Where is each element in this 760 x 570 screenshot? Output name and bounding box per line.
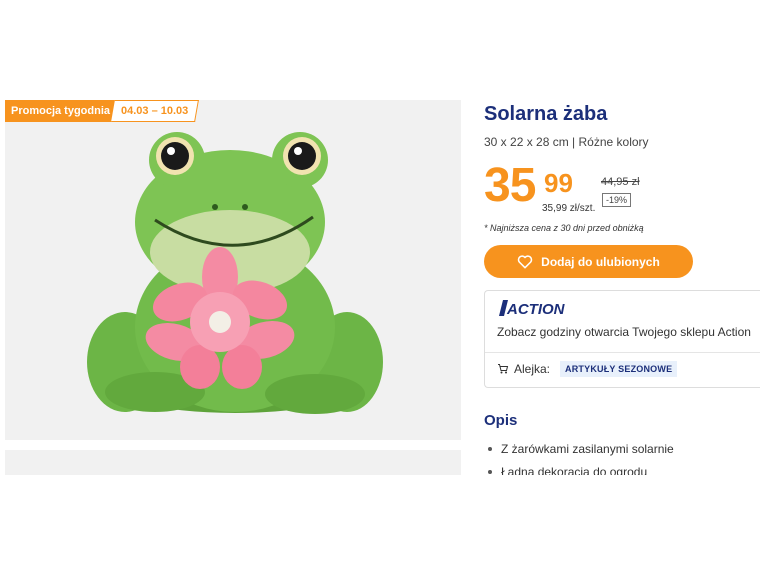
list-item: Ładna dekoracja do ogrodu [488, 460, 674, 475]
add-to-favorites-button[interactable]: Dodaj do ulubionych [484, 245, 693, 278]
action-logo: ACTION [499, 300, 566, 316]
add-to-favorites-label: Dodaj do ulubionych [541, 254, 660, 269]
product-subtitle: 30 x 22 x 28 cm | Różne kolory [484, 135, 649, 149]
product-title: Solarna żaba [484, 103, 608, 125]
divider [485, 352, 760, 353]
frog-figurine-image [87, 132, 383, 414]
lowest-price-note: * Najniższa cena z 30 dni przed obniżką [484, 223, 644, 233]
promo-label: Promocja tygodnia [5, 100, 117, 122]
product-image-panel[interactable]: Promocja tygodnia 04.03 – 10.03 [5, 100, 461, 440]
bullet-icon [488, 469, 492, 474]
price-decimal: 99 [544, 168, 573, 198]
aisle-label: Alejka: [514, 362, 551, 376]
product-thumbnail[interactable] [5, 450, 461, 475]
price-integer: 35 [484, 159, 536, 212]
promo-dates: 04.03 – 10.03 [111, 100, 200, 122]
cart-icon [498, 364, 509, 374]
store-card: ACTION Zobacz godziny otwarcia Twojego s… [484, 290, 760, 388]
promo-badge: Promocja tygodnia 04.03 – 10.03 [5, 100, 200, 122]
bullet-icon [488, 446, 492, 451]
description-list: Z żarówkami zasilanymi solarnie Ładna de… [488, 437, 674, 475]
svg-text:ACTION: ACTION [506, 301, 566, 316]
description-title: Opis [484, 412, 518, 429]
store-hours-link[interactable]: Zobacz godziny otwarcia Twojego sklepu A… [497, 325, 751, 339]
unit-price: 35,99 zł/szt. [542, 203, 596, 214]
old-price: 44,95 zł [601, 176, 640, 188]
discount-badge: -19% [602, 193, 632, 207]
list-item: Z żarówkami zasilanymi solarnie [488, 437, 674, 460]
heart-icon [517, 254, 533, 268]
product-page: Promocja tygodnia 04.03 – 10.03 Solarna … [0, 100, 760, 475]
aisle-tag: ARTYKUŁY SEZONOWE [560, 361, 678, 377]
aisle-info: Alejka: ARTYKUŁY SEZONOWE [497, 361, 678, 377]
